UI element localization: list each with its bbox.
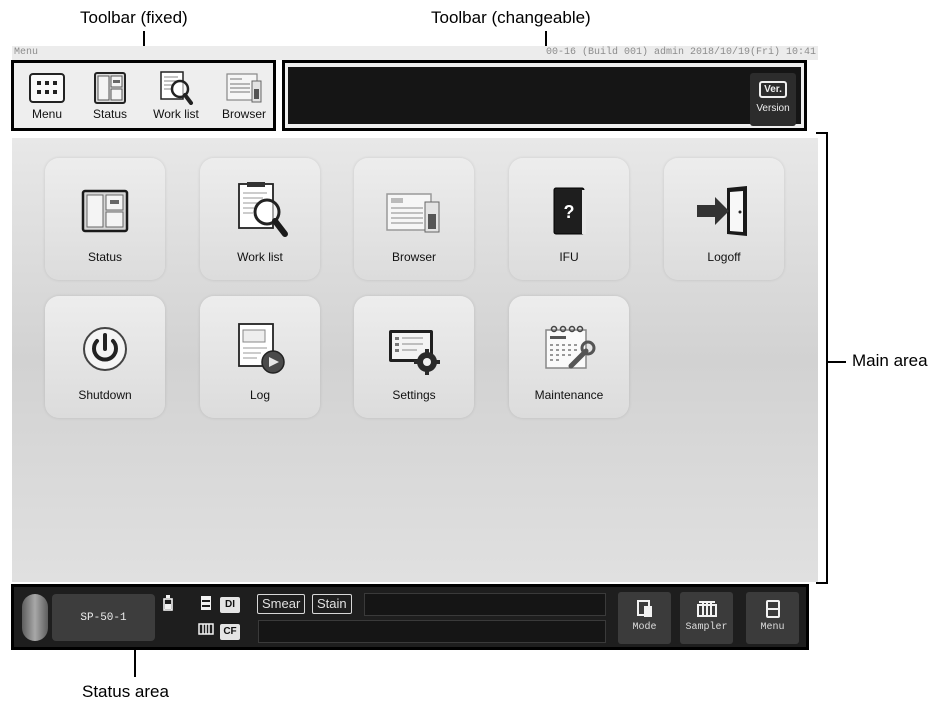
reagent-bottle-icon[interactable]: [159, 595, 177, 613]
toolbar-changeable: Ver. Version: [282, 60, 807, 131]
instrument-selector[interactable]: SP-50-1: [52, 594, 155, 641]
mode-label: Mode: [632, 622, 657, 633]
power-icon: [74, 318, 136, 380]
main-area-callout: Main area: [852, 351, 928, 370]
toolbar-status-label: Status: [92, 107, 128, 121]
toolbar-fixed: Menu Status Work list Browser: [11, 60, 276, 131]
tile-browser-label: Browser: [391, 250, 436, 264]
tile-ifu[interactable]: ? IFU: [509, 158, 629, 280]
di-chip: DI: [220, 597, 240, 613]
tile-shutdown[interactable]: Shutdown: [45, 296, 165, 418]
title-bar: Menu 00-16 (Build 001) admin 2018/10/19(…: [12, 46, 818, 60]
status-icon: [92, 71, 128, 105]
version-label: Version: [756, 103, 790, 114]
tile-logoff-label: Logoff: [707, 250, 741, 264]
version-button[interactable]: Ver. Version: [750, 73, 796, 126]
toolbar-fixed-callout: Toolbar (fixed): [80, 8, 188, 27]
browser-icon: [383, 180, 445, 242]
status-area: SP-50-1 DI CF Smear Stain Mode Sampler M…: [11, 584, 809, 650]
sampler-rack-icon: [696, 599, 717, 619]
tile-browser[interactable]: Browser: [354, 158, 474, 280]
rack-icon[interactable]: [197, 622, 215, 640]
tile-status-label: Status: [87, 250, 123, 264]
tile-worklist[interactable]: Work list: [200, 158, 320, 280]
smear-status: Smear: [257, 594, 306, 614]
tile-settings-label: Settings: [392, 388, 436, 402]
system-info: 00-16 (Build 001) admin 2018/10/19(Fri) …: [545, 47, 816, 58]
status-menu-button[interactable]: Menu: [746, 592, 799, 644]
tile-worklist-label: Work list: [237, 250, 283, 264]
toolbar-status-button[interactable]: Status: [80, 65, 140, 128]
ifu-question-glyph: ?: [564, 202, 575, 222]
version-icon: Ver.: [759, 81, 787, 98]
status-area-callout: Status area: [82, 682, 169, 701]
toolbar-worklist-button[interactable]: Work list: [146, 65, 206, 128]
door-arrow-icon: [693, 180, 755, 242]
book-question-icon: ?: [538, 180, 600, 242]
tile-maintenance-label: Maintenance: [534, 388, 604, 402]
toolbar-worklist-label: Work list: [153, 107, 199, 121]
toolbar-changeable-callout: Toolbar (changeable): [431, 8, 591, 27]
status-icon: [74, 180, 136, 242]
message-bar-top: [364, 593, 606, 616]
browser-icon: [226, 71, 262, 105]
cassette-icon[interactable]: [197, 595, 215, 613]
status-menu-label: Menu: [760, 622, 785, 633]
tile-settings[interactable]: Settings: [354, 296, 474, 418]
mode-button[interactable]: Mode: [618, 592, 671, 644]
stain-status: Stain: [312, 594, 352, 614]
tile-shutdown-label: Shutdown: [78, 388, 132, 402]
calendar-wrench-icon: [538, 318, 600, 380]
log-icon: [229, 318, 291, 380]
tile-maintenance[interactable]: Maintenance: [509, 296, 629, 418]
tile-log[interactable]: Log: [200, 296, 320, 418]
main-area: Status Work list Browser ? IFU Logoff Sh…: [12, 138, 818, 582]
sampler-button[interactable]: Sampler: [680, 592, 733, 644]
main-area-callout-line: [828, 361, 846, 363]
menu-panel-icon: [763, 599, 783, 619]
toolbar-browser-label: Browser: [221, 107, 266, 121]
tile-status[interactable]: Status: [45, 158, 165, 280]
instrument-id: SP-50-1: [80, 611, 127, 624]
cf-chip: CF: [220, 624, 240, 640]
toolbar-browser-button[interactable]: Browser: [214, 65, 274, 128]
status-lamp: [22, 594, 48, 641]
mode-icon: [635, 599, 655, 619]
tile-ifu-label: IFU: [559, 250, 579, 264]
tile-logoff[interactable]: Logoff: [664, 158, 784, 280]
status-area-callout-line: [134, 650, 136, 677]
tile-log-label: Log: [249, 388, 271, 402]
toolbar-menu-button[interactable]: Menu: [17, 65, 77, 128]
settings-gear-icon: [383, 318, 445, 380]
toolbar-changeable-panel: Ver. Version: [288, 67, 801, 126]
worklist-magnifier-icon: [158, 71, 194, 105]
grid-icon: [29, 71, 65, 105]
sampler-label: Sampler: [685, 622, 728, 633]
worklist-magnifier-icon: [229, 180, 291, 242]
toolbar-menu-label: Menu: [31, 107, 63, 121]
screen-title: Menu: [14, 47, 39, 58]
message-bar-bottom: [258, 620, 606, 643]
